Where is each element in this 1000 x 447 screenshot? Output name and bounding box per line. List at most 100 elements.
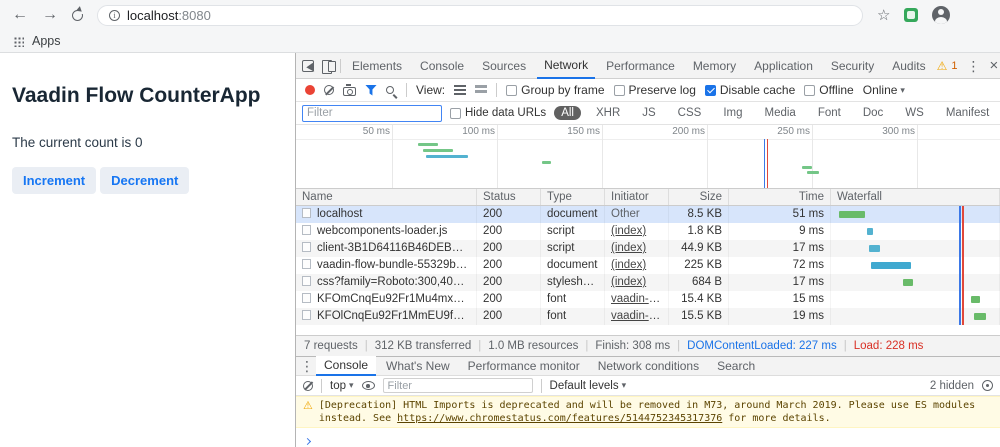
drawer-tab-network-conditions[interactable]: Network conditions (590, 357, 707, 375)
disable-cache-checkbox[interactable]: Disable cache (704, 83, 795, 97)
clear-console-icon[interactable] (303, 380, 313, 391)
hide-data-urls-checkbox[interactable]: Hide data URLs (450, 107, 546, 119)
network-filter-input[interactable] (302, 104, 442, 122)
live-expression-eye-icon[interactable] (361, 381, 375, 390)
filter-pill-css[interactable]: CSS (671, 106, 709, 120)
initiator-link[interactable]: vaadin-flow… (611, 310, 668, 322)
screenshot-capture-icon[interactable] (343, 84, 356, 96)
url-host: localhost (127, 7, 179, 23)
filter-pill-manifest[interactable]: Manifest (939, 106, 996, 120)
clear-icon[interactable] (324, 85, 334, 95)
table-row[interactable]: client-3B1D64116B46DEBA7ADE3… 200 script… (296, 240, 1000, 257)
page-info-icon[interactable]: i (109, 9, 120, 21)
table-row[interactable]: KFOmCnqEu92Fr1Mu4mxK.woff2 200 font vaad… (296, 291, 1000, 308)
preserve-log-checkbox[interactable]: Preserve log (613, 83, 696, 97)
address-bar[interactable]: i localhost:8080 (97, 4, 863, 26)
tab-application[interactable]: Application (747, 54, 820, 78)
profile-avatar-icon[interactable] (932, 6, 951, 24)
initiator-link[interactable]: (index) (611, 276, 646, 288)
checkbox[interactable] (450, 107, 461, 119)
checkbox[interactable] (704, 84, 716, 96)
filter-funnel-icon[interactable] (365, 84, 377, 96)
network-timeline-overview[interactable]: 50 ms 100 ms 150 ms 200 ms 250 ms 300 ms (296, 125, 1000, 189)
console-warning-message: ⚠ [Deprecation] HTML Imports is deprecat… (296, 396, 1000, 428)
back-icon[interactable]: ← (12, 7, 28, 23)
tab-elements[interactable]: Elements (345, 54, 409, 78)
filter-pill-js[interactable]: JS (635, 106, 662, 120)
filter-pill-media[interactable]: Media (758, 106, 803, 120)
column-time[interactable]: Time (729, 189, 831, 205)
column-waterfall[interactable]: Waterfall (831, 189, 1000, 205)
table-row[interactable]: webcomponents-loader.js 200 script (inde… (296, 223, 1000, 240)
console-filter-input[interactable] (382, 378, 533, 393)
filter-pill-font[interactable]: Font (811, 106, 848, 120)
group-by-frame-checkbox[interactable]: Group by frame (506, 83, 605, 97)
reload-icon[interactable] (72, 7, 84, 21)
console-settings-icon[interactable] (982, 380, 993, 391)
summary-resources: 1.0 MB resources (471, 340, 578, 352)
request-size: 684 B (669, 274, 729, 291)
filter-pill-xhr[interactable]: XHR (589, 106, 627, 120)
column-size[interactable]: Size (669, 189, 729, 205)
extension-icon[interactable] (904, 8, 919, 22)
search-icon[interactable] (386, 86, 394, 94)
tab-sources[interactable]: Sources (475, 54, 533, 78)
increment-button[interactable]: Increment (12, 167, 97, 194)
request-type: script (541, 240, 605, 257)
view-large-rows-icon[interactable] (475, 85, 488, 95)
overview-waterfall-bar (542, 161, 551, 164)
context-select[interactable]: top ▾ (330, 380, 354, 392)
log-levels-select[interactable]: Default levels ▾ (550, 380, 627, 392)
drawer-tab-performance-monitor[interactable]: Performance monitor (460, 357, 588, 375)
request-name: webcomponents-loader.js (296, 223, 477, 240)
devtools-menu-icon[interactable]: ⋮ (966, 59, 980, 73)
initiator-link[interactable]: (index) (611, 259, 646, 271)
table-row[interactable]: localhost 200 document Other 8.5 KB 51 m… (296, 206, 1000, 223)
column-name[interactable]: Name (296, 189, 477, 205)
tab-console[interactable]: Console (413, 54, 471, 78)
column-initiator[interactable]: Initiator (605, 189, 669, 205)
console-prompt[interactable] (296, 428, 1000, 447)
file-icon (302, 208, 311, 218)
forward-icon[interactable]: → (42, 7, 58, 23)
drawer-menu-icon[interactable]: ⋮ (300, 359, 314, 373)
tab-performance[interactable]: Performance (599, 54, 682, 78)
tab-audits[interactable]: Audits (885, 54, 932, 78)
initiator-link[interactable]: (index) (611, 242, 646, 254)
decrement-button[interactable]: Decrement (100, 167, 190, 194)
initiator-link[interactable]: (index) (611, 225, 646, 237)
drawer-tab-whats-new[interactable]: What's New (378, 357, 458, 375)
throttling-select[interactable]: Online ▾ (863, 83, 905, 97)
initiator-link[interactable]: vaadin-flow… (611, 293, 668, 305)
filter-pill-all[interactable]: All (554, 106, 581, 120)
checkbox[interactable] (613, 84, 625, 96)
bookmark-star-icon[interactable]: ☆ (877, 6, 890, 24)
request-name: css?family=Roboto:300,400,500 (296, 274, 477, 291)
inspect-element-icon[interactable] (302, 59, 314, 72)
column-status[interactable]: Status (477, 189, 541, 205)
devtools-close-icon[interactable]: × (989, 58, 998, 73)
device-toolbar-icon[interactable] (322, 59, 336, 74)
tab-security[interactable]: Security (824, 54, 881, 78)
view-list-icon[interactable] (454, 85, 467, 95)
warning-link[interactable]: https://www.chromestatus.com/features/51… (397, 413, 722, 424)
table-row[interactable]: css?family=Roboto:300,400,500 200 styles… (296, 274, 1000, 291)
checkbox[interactable] (506, 84, 518, 96)
apps-label[interactable]: Apps (32, 34, 61, 48)
filter-pill-img[interactable]: Img (716, 106, 749, 120)
warning-text: [Deprecation] HTML Imports is deprecated… (318, 400, 976, 424)
apps-grid-icon[interactable] (13, 35, 24, 47)
drawer-tab-search[interactable]: Search (709, 357, 763, 375)
column-type[interactable]: Type (541, 189, 605, 205)
table-row[interactable]: KFOlCnqEu92Fr1MmEU9fBBc4.wo… 200 font va… (296, 308, 1000, 325)
table-row[interactable]: vaadin-flow-bundle-55329bba80b… 200 docu… (296, 257, 1000, 274)
filter-pill-doc[interactable]: Doc (856, 106, 890, 120)
tab-memory[interactable]: Memory (686, 54, 743, 78)
filter-pill-ws[interactable]: WS (898, 106, 931, 120)
checkbox[interactable] (804, 84, 816, 96)
tab-network[interactable]: Network (537, 53, 596, 79)
drawer-tab-console[interactable]: Console (316, 356, 377, 376)
offline-checkbox[interactable]: Offline (804, 83, 854, 97)
warning-icon[interactable]: ⚠ (937, 59, 948, 73)
record-icon[interactable] (305, 85, 315, 95)
